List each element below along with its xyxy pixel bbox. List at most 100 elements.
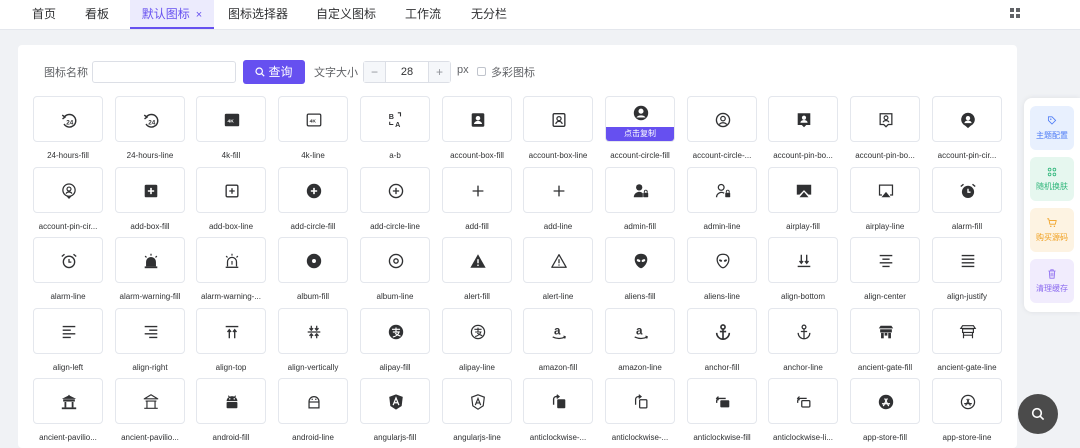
icon-card[interactable]: [278, 378, 348, 424]
icon-card[interactable]: [932, 308, 1002, 354]
icon-card[interactable]: 点击复制: [605, 96, 675, 142]
icon-card[interactable]: [768, 378, 838, 424]
icon-card[interactable]: [768, 237, 838, 283]
icon-card[interactable]: [115, 378, 185, 424]
icon-card[interactable]: [850, 96, 920, 142]
icon-card[interactable]: [442, 378, 512, 424]
icon-card[interactable]: [687, 237, 757, 283]
icon-card[interactable]: a: [605, 308, 675, 354]
icon-card[interactable]: [442, 96, 512, 142]
icon-card[interactable]: 4K: [278, 96, 348, 142]
icon-card[interactable]: a: [523, 308, 593, 354]
side-button-label: 清理缓存: [1036, 284, 1068, 293]
account-circle-fill-icon: [633, 105, 649, 121]
icon-card[interactable]: [115, 308, 185, 354]
icon-card[interactable]: [932, 378, 1002, 424]
icon-card[interactable]: [33, 308, 103, 354]
icon-card[interactable]: [115, 237, 185, 283]
icon-card[interactable]: 4K: [196, 96, 266, 142]
icon-card[interactable]: [850, 308, 920, 354]
icon-card[interactable]: [605, 167, 675, 213]
query-button[interactable]: 查询: [243, 60, 305, 84]
icon-card[interactable]: [196, 308, 266, 354]
icon-card[interactable]: [33, 237, 103, 283]
floating-search-button[interactable]: [1018, 394, 1058, 434]
icon-card[interactable]: [687, 96, 757, 142]
icon-card[interactable]: [523, 96, 593, 142]
decrease-button[interactable]: −: [364, 62, 386, 82]
grid-menu-icon[interactable]: [1010, 8, 1020, 18]
icon-card[interactable]: [33, 167, 103, 213]
tab-no-column[interactable]: 无分栏: [466, 0, 512, 29]
copy-button[interactable]: 点击复制: [606, 127, 674, 141]
multicolor-label: 多彩图标: [491, 67, 535, 79]
icon-card[interactable]: [605, 378, 675, 424]
icon-name-caption: add-box-fill: [130, 222, 170, 231]
icon-name-caption: amazon-fill: [538, 363, 578, 372]
icon-card[interactable]: [523, 237, 593, 283]
icon-card[interactable]: [850, 167, 920, 213]
tab-custom-icons[interactable]: 自定义图标: [312, 0, 380, 29]
icon-card[interactable]: [278, 167, 348, 213]
icon-card[interactable]: [278, 308, 348, 354]
tab-dashboard[interactable]: 看板: [77, 0, 117, 29]
icon-card[interactable]: [278, 237, 348, 283]
icon-card[interactable]: [115, 167, 185, 213]
trash-icon: [1048, 269, 1056, 279]
icon-card[interactable]: [360, 167, 430, 213]
icon-card[interactable]: [932, 167, 1002, 213]
icon-card[interactable]: [442, 237, 512, 283]
icon-card[interactable]: [932, 237, 1002, 283]
tab-home[interactable]: 首页: [24, 0, 64, 29]
icon-card[interactable]: [687, 308, 757, 354]
icon-card[interactable]: 24: [115, 96, 185, 142]
side-button-cart[interactable]: 购买源码: [1030, 208, 1074, 252]
android-fill-icon: [226, 395, 238, 409]
icon-card[interactable]: [687, 167, 757, 213]
multicolor-checkbox[interactable]: [477, 67, 486, 76]
close-icon[interactable]: ×: [196, 9, 202, 21]
icon-card[interactable]: [932, 96, 1002, 142]
font-size-stepper: − 28 +: [363, 61, 451, 83]
icon-card[interactable]: [850, 378, 920, 424]
icon-card[interactable]: [687, 378, 757, 424]
icon-card[interactable]: BA: [360, 96, 430, 142]
icon-name-caption: account-circle-...: [692, 151, 752, 160]
icon-card[interactable]: [442, 308, 512, 354]
icon-card[interactable]: [768, 308, 838, 354]
icon-name-caption: ancient-gate-fill: [857, 363, 913, 372]
icon-card[interactable]: 24: [33, 96, 103, 142]
icon-card[interactable]: [196, 167, 266, 213]
icon-card[interactable]: [768, 167, 838, 213]
icon-card[interactable]: [360, 237, 430, 283]
icon-name-input[interactable]: [92, 61, 236, 83]
icon-card[interactable]: [360, 308, 430, 354]
tab-workflow[interactable]: 工作流: [400, 0, 446, 29]
icon-card[interactable]: [605, 237, 675, 283]
side-button-palette[interactable]: 主题配置: [1030, 106, 1074, 150]
side-button-trash[interactable]: 清理缓存: [1030, 259, 1074, 303]
icon-card[interactable]: [196, 237, 266, 283]
icon-name-caption: android-line: [292, 433, 334, 442]
tab-icon-selector[interactable]: 图标选择器: [224, 0, 292, 29]
add-box-fill-icon: [144, 184, 158, 198]
ancient-gate-line-icon: [959, 325, 977, 339]
increase-button[interactable]: +: [428, 62, 450, 82]
icon-card[interactable]: [850, 237, 920, 283]
icon-card[interactable]: [768, 96, 838, 142]
icon-card[interactable]: [523, 378, 593, 424]
icon-card[interactable]: [523, 167, 593, 213]
icon-name-caption: anticlockwise-...: [529, 433, 587, 442]
icon-card[interactable]: [442, 167, 512, 213]
align-center-icon: [879, 254, 893, 268]
icon-card[interactable]: [360, 378, 430, 424]
add-fill-icon: [472, 185, 484, 197]
icon-card[interactable]: [196, 378, 266, 424]
amazon-fill-icon: a: [552, 325, 566, 340]
tab-default-icons[interactable]: 默认图标 ×: [130, 0, 214, 29]
icon-name-caption: 24-hours-fill: [47, 151, 89, 160]
font-size-value[interactable]: 28: [386, 62, 428, 82]
cart-icon: [1047, 218, 1057, 228]
side-button-shuffle[interactable]: 随机换肤: [1030, 157, 1074, 201]
icon-card[interactable]: [33, 378, 103, 424]
